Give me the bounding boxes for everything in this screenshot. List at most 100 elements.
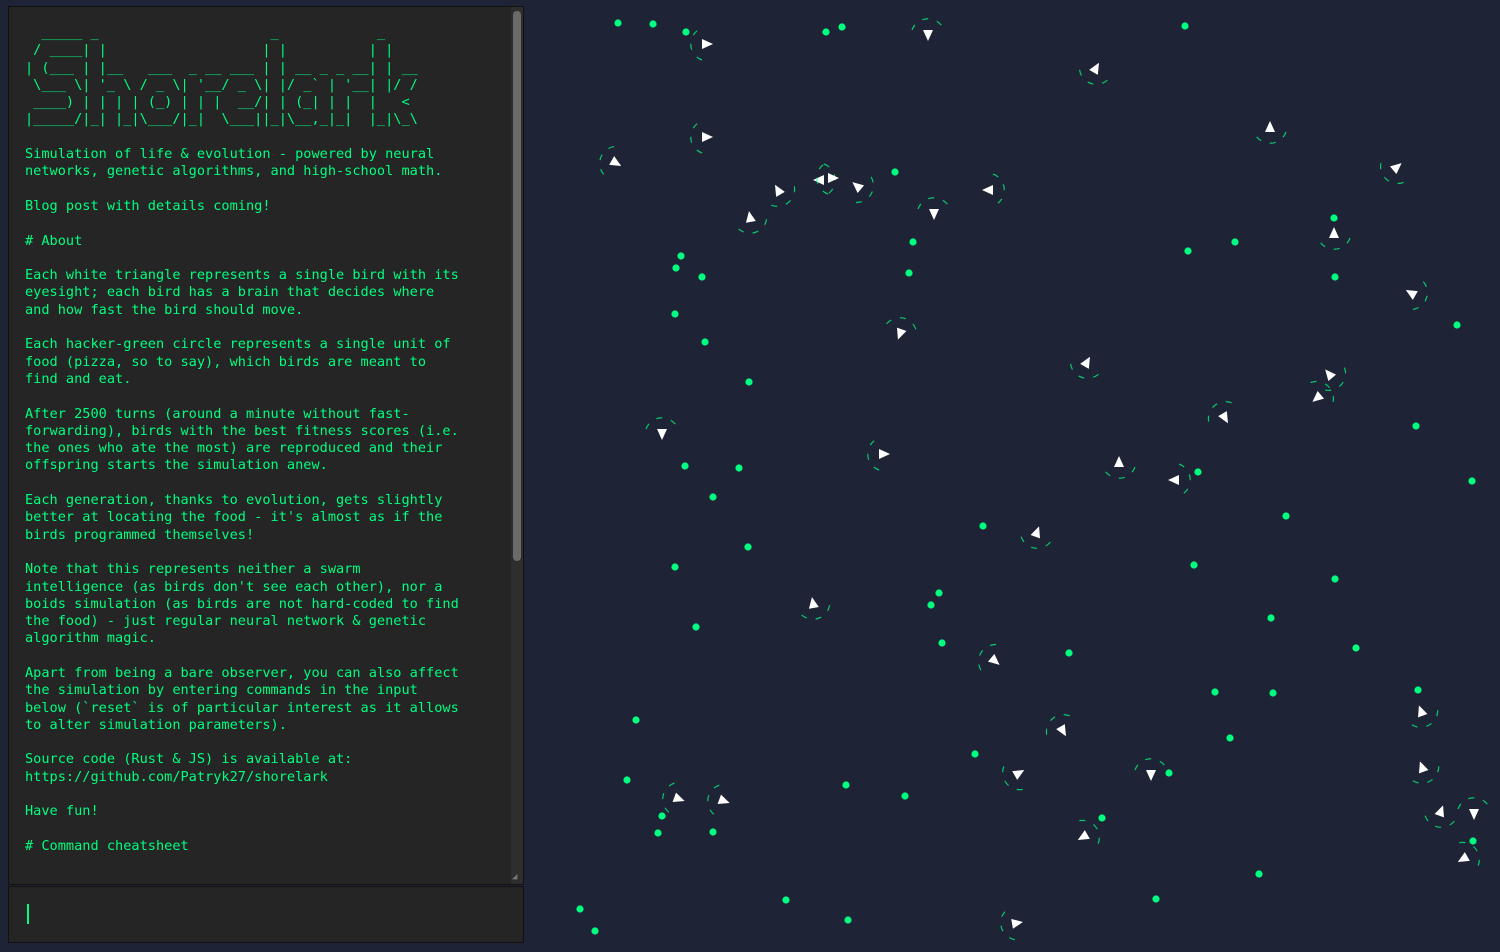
bird-triangle-icon	[879, 449, 890, 459]
bird-triangle-icon	[1389, 163, 1402, 175]
bird	[645, 417, 679, 440]
bird-triangle-icon	[987, 653, 1000, 665]
food-dot	[649, 20, 657, 28]
bird	[1069, 356, 1099, 379]
bird-eyesight-arc	[1253, 131, 1287, 144]
bird	[707, 783, 730, 815]
food-dot	[1468, 477, 1476, 485]
food-dot	[654, 829, 662, 837]
bird-eyesight-arc	[867, 437, 880, 471]
bird	[1077, 819, 1100, 849]
bird-eyesight-arc	[645, 417, 679, 430]
bird	[1457, 841, 1480, 871]
bird	[850, 176, 875, 204]
food-dot	[745, 378, 753, 386]
food-dot	[1165, 769, 1173, 777]
food-dot	[927, 601, 935, 609]
food-dot	[623, 776, 631, 784]
terminal-output-panel[interactable]: _____ _ _ _ / ____| | | | | | | (___ | |…	[8, 6, 524, 885]
command-input[interactable]	[19, 897, 513, 934]
bird-eyesight-arc	[1310, 380, 1335, 408]
bird	[1045, 714, 1075, 737]
bird	[1102, 456, 1136, 479]
bird-triangle-icon	[1077, 830, 1090, 840]
bird	[599, 145, 622, 175]
food-dot	[576, 905, 584, 913]
food-dot	[672, 264, 680, 272]
food-dot	[1226, 734, 1234, 742]
bird-triangle-icon	[808, 597, 819, 609]
scrollbar[interactable]	[511, 7, 523, 884]
bird-eyesight-arc	[1102, 466, 1136, 479]
bird-triangle-icon	[702, 39, 713, 49]
bird-triangle-icon	[1325, 369, 1337, 382]
food-dot	[938, 639, 946, 647]
bird-triangle-icon	[1168, 475, 1179, 485]
food-dot	[709, 828, 717, 836]
resize-handle-icon[interactable]: ◢	[512, 873, 521, 882]
bird	[911, 18, 945, 41]
food-dot	[1098, 814, 1106, 822]
bird-triangle-icon	[1405, 290, 1418, 300]
bird-eyesight-arc	[1078, 64, 1108, 85]
bird-triangle-icon	[1418, 705, 1428, 718]
bird	[1019, 526, 1051, 549]
bird-triangle-icon	[852, 182, 865, 194]
food-dot	[1211, 688, 1219, 696]
bird	[867, 437, 890, 471]
food-dot	[614, 19, 622, 27]
food-dot	[671, 563, 679, 571]
food-dot	[744, 543, 752, 551]
bird-triangle-icon	[828, 173, 839, 183]
bird-triangle-icon	[1089, 62, 1099, 75]
bird-eyesight-arc	[911, 18, 945, 31]
bird	[1078, 62, 1108, 85]
bird-eyesight-arc	[1069, 358, 1099, 379]
bird-triangle-icon	[1030, 526, 1040, 539]
food-dot	[1152, 895, 1160, 903]
bird-eyesight-arc	[599, 145, 620, 175]
food-dot	[935, 589, 943, 597]
food-dot	[891, 168, 899, 176]
food-dot	[658, 812, 666, 820]
bird-triangle-icon	[923, 30, 933, 41]
bird-triangle-icon	[702, 132, 713, 142]
bird	[1423, 805, 1455, 828]
bird	[1134, 758, 1168, 781]
bird-triangle-icon	[672, 792, 685, 802]
food-dot	[844, 916, 852, 924]
bird-triangle-icon	[1434, 805, 1444, 818]
food-dot	[682, 28, 690, 36]
bird-eyesight-arc	[1045, 714, 1075, 735]
food-dot	[822, 28, 830, 36]
bird-triangle-icon	[1114, 456, 1124, 467]
command-input-box[interactable]	[8, 886, 524, 943]
bird-triangle-icon	[1218, 411, 1228, 424]
food-dot	[591, 927, 599, 935]
bird-eyesight-arc	[1207, 401, 1237, 422]
bird	[797, 597, 831, 620]
bird-triangle-icon	[1011, 918, 1023, 929]
bird-eyesight-arc	[690, 120, 703, 154]
bird-eyesight-arc	[1134, 758, 1168, 771]
bird	[1000, 907, 1023, 941]
bird	[662, 781, 685, 813]
food-dot	[1255, 870, 1263, 878]
scrollbar-thumb[interactable]	[513, 11, 521, 561]
bird-triangle-icon	[813, 175, 824, 185]
simulation-canvas	[576, 18, 1491, 941]
bird	[1407, 705, 1439, 728]
food-dot	[735, 464, 743, 472]
terminal-text: Simulation of life & evolution - powered…	[25, 146, 459, 854]
food-dot	[1065, 649, 1073, 657]
food-dot	[1469, 837, 1477, 845]
bird-triangle-icon	[1457, 852, 1470, 862]
bird	[690, 120, 713, 154]
food-dot	[692, 623, 700, 631]
bird	[690, 27, 713, 61]
food-dot	[1194, 468, 1202, 476]
bird	[1319, 367, 1347, 392]
food-dot	[979, 522, 987, 530]
food-dot	[905, 269, 913, 277]
food-dot	[1267, 614, 1275, 622]
